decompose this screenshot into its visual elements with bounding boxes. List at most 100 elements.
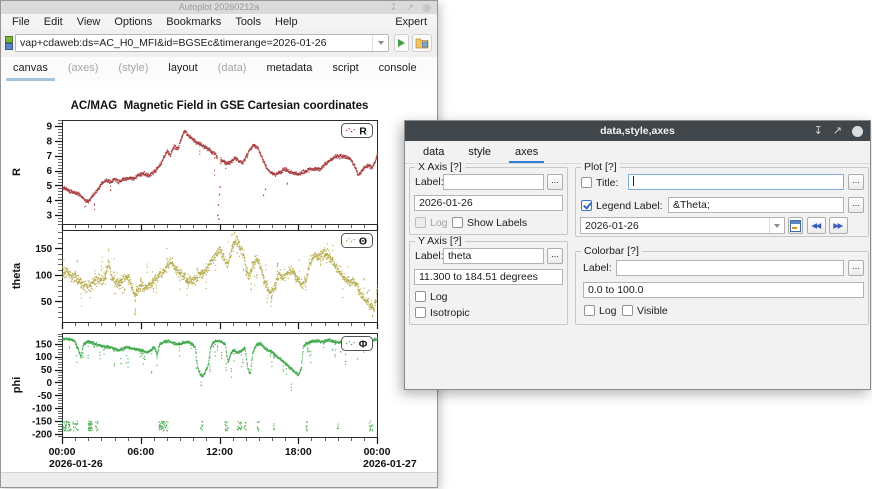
show-labels-checkbox[interactable] [452,217,463,228]
dialog-circle-icon[interactable] [852,126,863,137]
y-axis-group: Y Axis [?] Label: theta ... 11.300 to 18… [409,241,568,325]
x-axis-log-label: Log [430,217,448,229]
tab-metadata[interactable]: metadata [256,57,322,81]
x-axis-label-input[interactable] [443,174,544,190]
bookmarks-folder-button[interactable] [412,34,432,52]
legend-label-checkbox[interactable] [581,200,592,211]
colorbar-log-label: Log [599,305,617,317]
uri-dropdown-icon[interactable] [372,35,388,51]
timerange-combobox[interactable]: 2026-01-26 [580,217,785,234]
x-axis-log-checkbox[interactable] [415,217,426,228]
x-axis-label-caption: Label: [415,174,444,190]
visible-label: Visible [637,305,668,317]
menu-options[interactable]: Options [107,16,159,28]
address-bar: vap+cdaweb:ds=AC_H0_MFI&id=BGSEc&timeran… [1,29,437,57]
go-button[interactable] [394,34,409,52]
menu-bookmarks[interactable]: Bookmarks [159,16,228,28]
dock-icon[interactable]: ↧ [390,3,398,12]
plot-title-check-row: Title: [581,176,618,189]
y-axis-isotropic-row: Isotropic [415,306,470,319]
isotropic-checkbox[interactable] [415,307,426,318]
uri-combobox[interactable]: vap+cdaweb:ds=AC_H0_MFI&id=BGSEc&timeran… [15,34,389,52]
tab-script[interactable]: script [322,57,368,81]
menu-help[interactable]: Help [268,16,305,28]
menu-edit[interactable]: Edit [37,16,70,28]
axes-dialog: data,style,axes ↧ ↗ datastyleaxes X Axis… [404,120,871,390]
dialog-tab-axes[interactable]: axes [503,141,550,163]
dialog-tab-style[interactable]: style [456,141,503,163]
y-axis-log-row: Log [415,290,448,303]
expert-menu[interactable]: Expert [388,16,433,28]
plot-canvas[interactable] [1,81,437,473]
legend-label-more-button[interactable]: ... [848,197,864,213]
x-axis-label-more-button[interactable]: ... [547,174,563,190]
dialog-tab-bar: datastyleaxes [405,141,870,164]
colorbar-label-caption: Label: [583,260,612,276]
plot-title-more-button[interactable]: ... [848,174,864,190]
y-axis-group-label: Y Axis [?] [415,235,465,247]
tab-style[interactable]: (style) [108,57,158,81]
dialog-dock-icon[interactable]: ↧ [814,126,823,137]
x-axis-log-row: Log [415,216,448,229]
dialog-titlebar[interactable]: data,style,axes ↧ ↗ [405,121,870,141]
uri-input[interactable]: vap+cdaweb:ds=AC_H0_MFI&id=BGSEc&timeran… [16,37,372,49]
window-titlebar[interactable]: Autoplot 20260212a ↧ ↗ [1,1,437,14]
isotropic-label: Isotropic [430,307,470,319]
window-circle-icon[interactable] [423,4,431,12]
tab-console[interactable]: console [369,57,427,81]
datasource-icon [4,36,12,49]
tab-data[interactable]: (data) [208,57,257,81]
screen: { "app": { "titlebar": {"title": "Autopl… [0,0,872,489]
step-forward-button[interactable]: ▶▶ [829,217,848,234]
visible-checkbox[interactable] [622,305,633,316]
text-caret [633,176,634,186]
plot-title-input[interactable] [628,174,844,190]
legend-label-check-row: Legend Label: [581,199,663,212]
dialog-title: data,style,axes [600,125,675,137]
x-axis-group: X Axis [?] Label: ... 2026-01-26 Log Sho… [409,167,568,235]
dialog-detach-icon[interactable]: ↗ [833,126,842,137]
tab-canvas[interactable]: canvas [3,57,58,81]
colorbar-label-more-button[interactable]: ... [848,260,864,276]
status-bar [1,472,437,487]
timerange-tool-button[interactable] [788,217,803,234]
window-title: Autoplot 20260212a [1,1,437,14]
colorbar-visible-row: Visible [622,304,668,317]
y-axis-label-more-button[interactable]: ... [547,248,563,264]
axes-tab-panel: X Axis [?] Label: ... 2026-01-26 Log Sho… [405,163,870,389]
plot-group-label: Plot [?] [581,161,620,173]
colorbar-log-checkbox[interactable] [584,305,595,316]
menu-file[interactable]: File [5,16,37,28]
colorbar-range-input[interactable]: 0.0 to 100.0 [583,282,864,298]
colorbar-label-input[interactable] [616,260,844,276]
y-axis-log-checkbox[interactable] [415,291,426,302]
x-axis-group-label: X Axis [?] [415,161,465,173]
tab-axes[interactable]: (axes) [58,57,109,81]
menu-tools[interactable]: Tools [228,16,268,28]
calendar-icon [790,220,801,232]
tab-layout[interactable]: layout [158,57,207,81]
menu-bar: FileEditViewOptionsBookmarksToolsHelp Ex… [1,14,437,29]
colorbar-group: Colorbar [?] Label: ... 0.0 to 100.0 Log… [575,251,869,325]
main-tab-bar: canvas(axes)(style)layout(data)metadatas… [1,57,437,82]
folder-icon [415,37,429,49]
magnetic-field-plot[interactable] [1,81,437,473]
x-axis-range-input[interactable]: 2026-01-26 [414,195,563,211]
y-axis-log-label: Log [430,291,448,303]
plot-title-checkbox[interactable] [581,177,592,188]
plot-group: Plot [?] Title: ... Legend Label: &Theta… [575,167,869,237]
timerange-dropdown-icon[interactable] [769,218,784,233]
legend-label-caption: Legend Label: [596,200,663,212]
play-icon [398,39,405,47]
y-axis-label-input[interactable]: theta [443,248,544,264]
colorbar-log-row: Log [584,304,617,317]
step-back-button[interactable]: ◀◀ [807,217,826,234]
dialog-tab-data[interactable]: data [411,141,456,163]
x-axis-show-labels-row: Show Labels [452,216,527,229]
menu-view[interactable]: View [70,16,108,28]
show-labels-label: Show Labels [467,217,527,229]
y-axis-range-input[interactable]: 11.300 to 184.51 degrees [414,269,563,285]
restore-icon[interactable]: ↗ [406,3,414,12]
y-axis-label-caption: Label: [415,248,444,264]
legend-label-input[interactable]: &Theta; [668,197,844,213]
